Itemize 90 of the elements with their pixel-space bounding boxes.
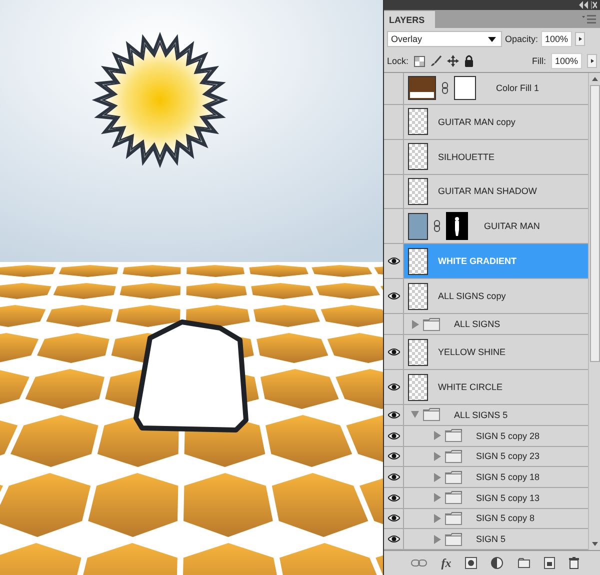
eye-icon — [388, 257, 400, 266]
eye-icon — [388, 432, 400, 440]
layer-row[interactable]: SIGN 5 copy 18 — [426, 467, 588, 487]
layer-thumbnail — [408, 374, 428, 401]
layer-row[interactable]: WHITE CIRCLE — [404, 370, 588, 404]
layer-name: ALL SIGNS — [454, 319, 500, 330]
folder-icon — [445, 429, 462, 442]
layer-row[interactable]: SILHOUETTE — [404, 140, 588, 174]
eye-icon — [388, 292, 400, 300]
lock-transparency-icon[interactable] — [414, 56, 425, 66]
layer-row[interactable]: GUITAR MAN copy — [404, 104, 588, 139]
collapse-icon[interactable] — [579, 1, 597, 9]
folder-icon — [445, 532, 462, 546]
eye-icon — [388, 383, 400, 392]
opacity-label: Opacity: — [505, 34, 538, 44]
link-icon — [442, 82, 448, 94]
link-icon — [434, 220, 440, 232]
layers-tab[interactable]: LAYERS — [384, 11, 435, 28]
opacity-slider-icon[interactable] — [575, 32, 586, 46]
layer-name: SIGN 5 copy 18 — [476, 472, 540, 482]
color-fill-thumbnail — [408, 76, 436, 100]
layer-row[interactable]: SIGN 5 copy 28 — [426, 426, 588, 446]
folder-icon[interactable] — [518, 558, 530, 568]
layer-thumbnail — [408, 248, 428, 275]
link-layers-icon[interactable] — [411, 559, 428, 567]
layer-thumbnail — [408, 178, 428, 205]
layer-row[interactable]: SIGN 5 copy 13 — [426, 488, 588, 508]
layer-name: SIGN 5 copy 8 — [476, 513, 535, 524]
layer-name: SILHOUETTE — [438, 152, 495, 162]
opacity-field[interactable]: 100% — [541, 31, 572, 47]
trash-icon[interactable] — [568, 557, 579, 569]
layer-name: ALL SIGNS 5 — [454, 410, 508, 420]
folder-icon — [445, 450, 462, 463]
layer-row[interactable]: ALL SIGNS — [404, 314, 588, 334]
silhouette-mask-thumbnail — [446, 212, 468, 240]
fill-label: Fill: — [532, 56, 546, 66]
dropdown-caret-icon[interactable] — [488, 36, 496, 42]
layer-name: GUITAR MAN copy — [438, 116, 516, 127]
scroll-down-icon[interactable] — [592, 542, 598, 546]
layer-row[interactable]: SIGN 5 copy 23 — [426, 446, 588, 466]
layer-thumbnail — [408, 282, 428, 310]
eye-icon — [388, 494, 400, 502]
fill-slider-icon[interactable] — [587, 54, 597, 68]
layer-name: GUITAR MAN — [484, 221, 540, 232]
eye-icon — [388, 348, 400, 356]
layer-row[interactable]: YELLOW SHINE — [404, 335, 588, 370]
layer-row[interactable]: ALL SIGNS copy — [404, 279, 588, 314]
folder-icon — [445, 470, 462, 484]
adjustment-layer-icon[interactable] — [491, 557, 504, 569]
layer-name: YELLOW SHINE — [438, 347, 506, 358]
blend-mode-dropdown[interactable]: Overlay — [387, 31, 502, 47]
lock-label: Lock: — [387, 56, 409, 66]
layer-name: ALL SIGNS copy — [438, 291, 506, 302]
eye-icon — [388, 410, 400, 419]
eye-icon — [388, 535, 400, 544]
folder-icon — [445, 512, 462, 525]
folder-icon — [445, 491, 462, 504]
layer-name: SIGN 5 — [476, 534, 506, 544]
add-mask-icon[interactable] — [465, 557, 478, 569]
layer-row[interactable]: Color Fill 1 — [404, 73, 588, 104]
layer-name: SIGN 5 copy 28 — [476, 430, 540, 441]
layer-thumbnail — [408, 338, 428, 366]
photo-placeholder — [408, 212, 428, 240]
layer-row[interactable]: ALL SIGNS 5 — [404, 405, 588, 425]
scrollbar[interactable] — [588, 73, 600, 550]
move-icon[interactable] — [446, 55, 459, 67]
eye-icon — [388, 514, 400, 522]
eye-icon — [388, 452, 400, 460]
layer-thumbnail — [408, 108, 428, 136]
folder-icon — [423, 408, 440, 422]
layer-row[interactable]: SIGN 5 — [426, 529, 588, 550]
layer-name: WHITE CIRCLE — [438, 382, 503, 392]
layer-thumbnail — [408, 143, 428, 170]
layer-name: WHITE GRADIENT — [438, 256, 516, 266]
brush-icon[interactable] — [430, 55, 442, 67]
layer-row[interactable]: GUITAR MAN SHADOW — [404, 174, 588, 208]
eye-icon — [388, 473, 400, 482]
mask-thumbnail — [454, 76, 476, 100]
scroll-up-icon[interactable] — [592, 77, 598, 81]
layer-row[interactable]: GUITAR MAN — [404, 209, 588, 244]
layer-name: Color Fill 1 — [496, 83, 540, 94]
folder-icon — [423, 318, 440, 331]
layer-name: SIGN 5 copy 13 — [476, 492, 540, 503]
layer-name: GUITAR MAN SHADOW — [438, 186, 537, 196]
layer-name: SIGN 5 copy 23 — [476, 451, 540, 462]
layer-row[interactable]: SIGN 5 copy 8 — [426, 508, 588, 528]
fill-field[interactable]: 100% — [550, 53, 582, 69]
lock-icon[interactable] — [464, 55, 474, 67]
new-layer-icon[interactable] — [544, 557, 555, 569]
layer-style-button[interactable]: fx — [441, 556, 452, 570]
